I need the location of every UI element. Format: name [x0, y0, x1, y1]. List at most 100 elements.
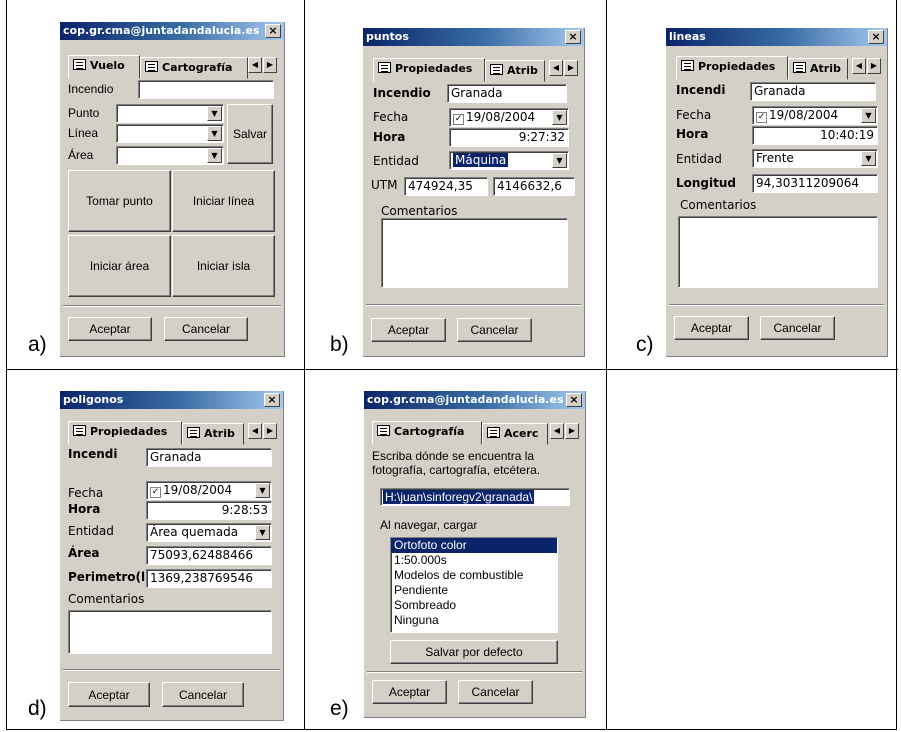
caption-e: e) [330, 697, 349, 720]
comentarios-textarea[interactable] [381, 218, 568, 288]
chevron-down-icon[interactable]: ▼ [207, 126, 222, 141]
aceptar-button[interactable]: Aceptar [68, 317, 152, 341]
tab-atrib[interactable]: Atrib [788, 58, 848, 80]
iniciar-isla-button[interactable]: Iniciar isla [172, 235, 275, 297]
cancelar-button[interactable]: Cancelar [162, 682, 244, 707]
entidad-label: Entidad [373, 154, 419, 168]
cancelar-button[interactable]: Cancelar [164, 317, 248, 341]
aceptar-button[interactable]: Aceptar [371, 318, 446, 342]
close-icon[interactable]: × [565, 30, 581, 44]
hora-field[interactable]: 10:40:19 [752, 126, 878, 145]
comentarios-textarea[interactable] [68, 610, 272, 654]
fecha-picker[interactable]: ✓ 19/08/2004 ▼ [146, 481, 272, 500]
entidad-select[interactable]: Área quemada ▼ [146, 523, 272, 542]
tab-propiedades[interactable]: Propiedades [68, 421, 182, 445]
chevron-down-icon[interactable]: ▼ [861, 108, 876, 123]
close-icon[interactable]: × [265, 24, 281, 38]
aceptar-button[interactable]: Aceptar [372, 680, 447, 704]
incendio-field[interactable]: Granada [146, 448, 272, 467]
close-icon[interactable]: × [566, 393, 582, 407]
close-icon[interactable]: × [868, 30, 884, 44]
tab-propiedades[interactable]: Propiedades [373, 58, 485, 82]
list-item[interactable]: Pendiente [391, 583, 557, 598]
tab-cartografia[interactable]: Cartografía [372, 421, 482, 445]
separator [63, 305, 281, 307]
comentarios-label: Comentarios [68, 592, 145, 606]
caption-b: b) [330, 333, 349, 356]
comentarios-textarea[interactable] [678, 216, 878, 288]
chevron-down-icon[interactable]: ▼ [255, 525, 270, 540]
perimetro-field[interactable]: 1369,238769546 [146, 569, 272, 588]
checkbox-checked-icon[interactable]: ✓ [150, 487, 161, 498]
tab-scroll-left-icon[interactable]: ◀ [852, 58, 866, 74]
form-icon [145, 61, 158, 72]
tab-scroll-right-icon[interactable]: ▶ [263, 423, 277, 439]
window-a: cop.gr.cma@juntadandalucia.es × Vuelo Ca… [60, 22, 285, 357]
linea-select[interactable]: ▼ [116, 124, 224, 143]
tab-bar: Propiedades Atrib ◀ ▶ [68, 421, 280, 445]
tomar-punto-button[interactable]: Tomar punto [68, 170, 171, 232]
title-bar: poligonos × [60, 391, 283, 409]
hora-field[interactable]: 9:27:32 [449, 128, 569, 147]
longitud-field[interactable]: 94,30311209064 [752, 174, 878, 193]
iniciar-linea-button[interactable]: Iniciar línea [172, 170, 275, 232]
aceptar-button[interactable]: Aceptar [674, 316, 749, 340]
form-icon [681, 60, 694, 71]
area-select[interactable]: ▼ [116, 146, 224, 165]
incendio-field[interactable]: Granada [447, 84, 567, 103]
list-item[interactable]: Sombreado [391, 598, 557, 613]
chevron-down-icon[interactable]: ▼ [552, 153, 567, 168]
utm-y-field[interactable]: 4146632,6 [493, 177, 575, 196]
aceptar-button[interactable]: Aceptar [68, 682, 150, 707]
chevron-down-icon[interactable]: ▼ [861, 151, 876, 166]
window-b: puntos × Propiedades Atrib ◀ ▶ Incendio … [363, 28, 585, 357]
tab-atrib[interactable]: Atrib [485, 60, 545, 82]
cancelar-button[interactable]: Cancelar [760, 316, 835, 340]
chevron-down-icon[interactable]: ▼ [207, 148, 222, 163]
tab-scroll-right-icon[interactable]: ▶ [867, 58, 881, 74]
tab-scroll-right-icon[interactable]: ▶ [263, 57, 277, 73]
path-field[interactable]: H:\juan\sinforegv2\granada\ [380, 488, 570, 506]
incendio-label: Incendi [68, 447, 118, 461]
salvar-defecto-button[interactable]: Salvar por defecto [390, 640, 558, 664]
tab-scroll-left-icon[interactable]: ◀ [248, 57, 262, 73]
fecha-picker[interactable]: ✓ 19/08/2004 ▼ [752, 106, 878, 125]
hora-field[interactable]: 9:28:53 [146, 501, 272, 520]
chevron-down-icon[interactable]: ▼ [552, 110, 567, 125]
entidad-select[interactable]: Frente ▼ [752, 149, 878, 168]
tab-vuelo[interactable]: Vuelo [68, 55, 140, 79]
tab-scroll-left-icon[interactable]: ◀ [248, 423, 262, 439]
tab-cartografia[interactable]: Cartografía [140, 57, 248, 79]
tab-scroll-left-icon[interactable]: ◀ [550, 423, 564, 439]
checkbox-checked-icon[interactable]: ✓ [756, 112, 767, 123]
entidad-select[interactable]: Máquina ▼ [449, 151, 569, 170]
close-icon[interactable]: × [264, 393, 280, 407]
punto-select[interactable]: ▼ [116, 104, 224, 123]
area-field[interactable]: 75093,62488466 [146, 546, 272, 565]
tab-scroll-right-icon[interactable]: ▶ [565, 423, 579, 439]
cancelar-button[interactable]: Cancelar [458, 680, 533, 704]
chevron-down-icon[interactable]: ▼ [207, 106, 222, 121]
checkbox-checked-icon[interactable]: ✓ [453, 114, 464, 125]
chevron-down-icon[interactable]: ▼ [255, 483, 270, 498]
incendio-field[interactable]: Granada [750, 82, 876, 101]
tab-scroll-left-icon[interactable]: ◀ [549, 60, 563, 76]
tab-scroll-right-icon[interactable]: ▶ [564, 60, 578, 76]
cancelar-button[interactable]: Cancelar [457, 318, 532, 342]
utm-x-field[interactable]: 474924,35 [404, 177, 488, 196]
list-item[interactable]: Modelos de combustible [391, 568, 557, 583]
tab-propiedades[interactable]: Propiedades [676, 56, 788, 80]
fecha-picker[interactable]: ✓ 19/08/2004 ▼ [449, 108, 569, 127]
tab-acerca[interactable]: Acerc [482, 423, 548, 445]
map-layer-list[interactable]: Ortofoto color 1:50.000s Modelos de comb… [390, 537, 558, 633]
iniciar-area-button[interactable]: Iniciar área [68, 235, 171, 297]
list-item[interactable]: 1:50.000s [391, 553, 557, 568]
incendio-field[interactable] [138, 80, 274, 99]
salvar-button[interactable]: Salvar [227, 104, 273, 164]
caption-d: d) [28, 697, 47, 720]
list-item[interactable]: Ortofoto color [391, 538, 557, 553]
perimetro-label: Perimetro(l [68, 570, 146, 584]
list-item[interactable]: Ninguna [391, 613, 557, 628]
form-icon [73, 425, 86, 436]
tab-atrib[interactable]: Atrib [182, 423, 244, 445]
